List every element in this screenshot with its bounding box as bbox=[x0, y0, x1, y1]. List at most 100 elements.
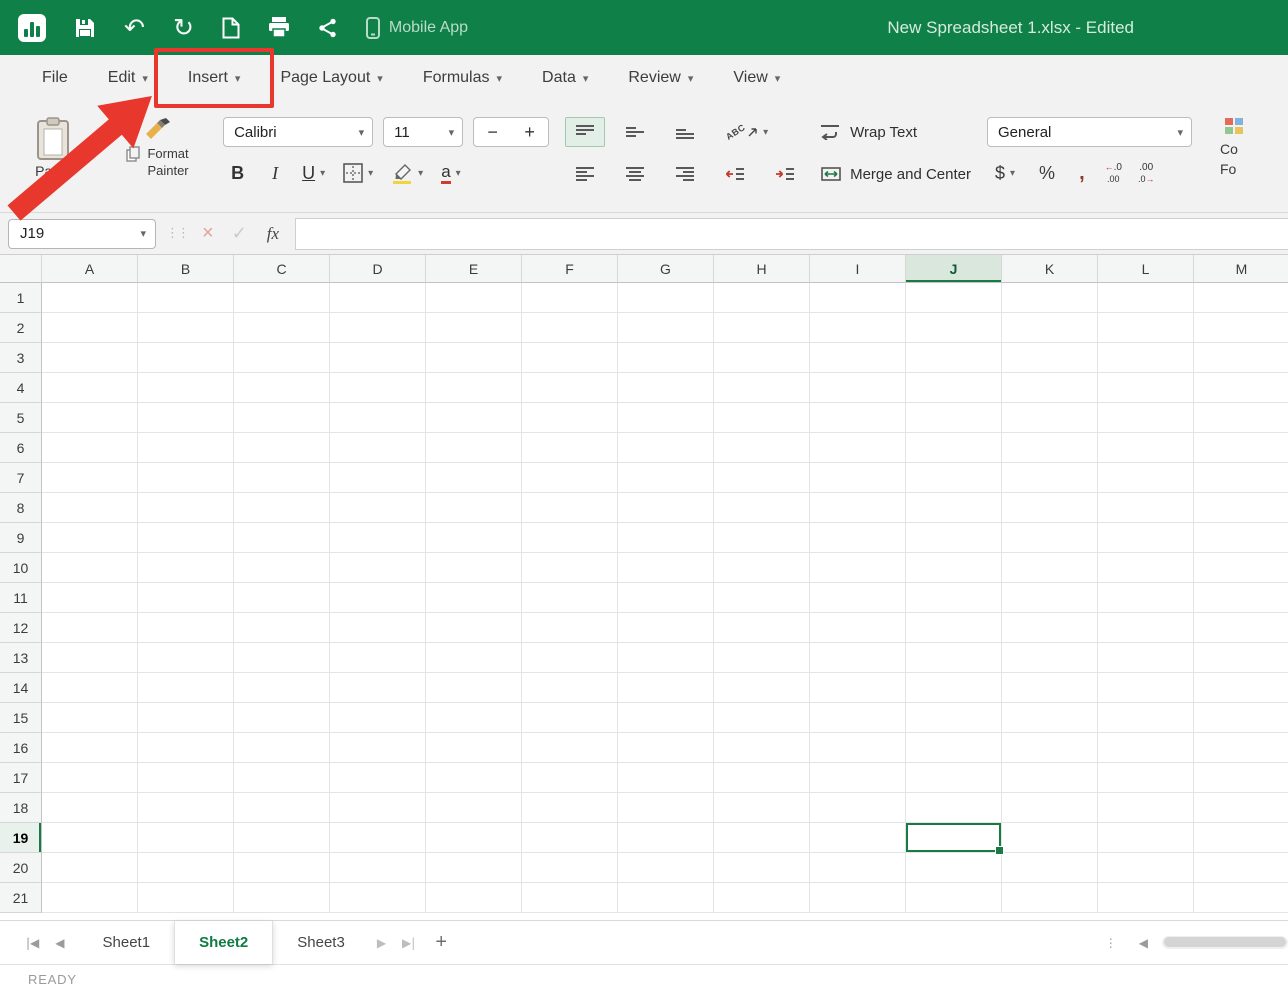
cell-K12[interactable] bbox=[1002, 613, 1098, 643]
cell-E11[interactable] bbox=[426, 583, 522, 613]
sheet-tab-sheet2[interactable]: Sheet2 bbox=[174, 921, 273, 964]
cell-E7[interactable] bbox=[426, 463, 522, 493]
menu-item-page-layout[interactable]: Page Layout▾ bbox=[260, 55, 402, 101]
cell-J7[interactable] bbox=[906, 463, 1002, 493]
cell-I18[interactable] bbox=[810, 793, 906, 823]
cell-G13[interactable] bbox=[618, 643, 714, 673]
cell-D4[interactable] bbox=[330, 373, 426, 403]
font-name-select[interactable]: Calibri ▾ bbox=[223, 117, 373, 147]
formula-input[interactable] bbox=[295, 218, 1288, 250]
cell-E13[interactable] bbox=[426, 643, 522, 673]
align-middle-button[interactable] bbox=[615, 117, 655, 147]
cell-C1[interactable] bbox=[234, 283, 330, 313]
cell-F1[interactable] bbox=[522, 283, 618, 313]
cell-G1[interactable] bbox=[618, 283, 714, 313]
align-top-button[interactable] bbox=[565, 117, 605, 147]
cell-J3[interactable] bbox=[906, 343, 1002, 373]
cell-B2[interactable] bbox=[138, 313, 234, 343]
previous-sheet-button[interactable]: ◀ bbox=[47, 936, 72, 950]
cell-A10[interactable] bbox=[42, 553, 138, 583]
cell-A12[interactable] bbox=[42, 613, 138, 643]
cell-K16[interactable] bbox=[1002, 733, 1098, 763]
cell-K3[interactable] bbox=[1002, 343, 1098, 373]
cell-D21[interactable] bbox=[330, 883, 426, 913]
cell-A4[interactable] bbox=[42, 373, 138, 403]
cell-M6[interactable] bbox=[1194, 433, 1288, 463]
row-header-21[interactable]: 21 bbox=[0, 883, 42, 913]
cell-L1[interactable] bbox=[1098, 283, 1194, 313]
cell-K17[interactable] bbox=[1002, 763, 1098, 793]
cell-H4[interactable] bbox=[714, 373, 810, 403]
cell-H13[interactable] bbox=[714, 643, 810, 673]
cell-H10[interactable] bbox=[714, 553, 810, 583]
cell-A6[interactable] bbox=[42, 433, 138, 463]
cell-G9[interactable] bbox=[618, 523, 714, 553]
cell-A13[interactable] bbox=[42, 643, 138, 673]
menu-item-review[interactable]: Review▾ bbox=[608, 55, 713, 101]
cell-I11[interactable] bbox=[810, 583, 906, 613]
scrollbar-thumb[interactable] bbox=[1164, 937, 1286, 947]
align-left-button[interactable] bbox=[565, 159, 605, 189]
align-bottom-button[interactable] bbox=[665, 117, 705, 147]
cell-D15[interactable] bbox=[330, 703, 426, 733]
confirm-button[interactable]: ✓ bbox=[228, 223, 251, 244]
column-header-k[interactable]: K bbox=[1002, 255, 1098, 283]
cell-J16[interactable] bbox=[906, 733, 1002, 763]
cell-K18[interactable] bbox=[1002, 793, 1098, 823]
cell-M16[interactable] bbox=[1194, 733, 1288, 763]
cell-B12[interactable] bbox=[138, 613, 234, 643]
merge-center-button[interactable]: Merge and Center bbox=[821, 159, 971, 189]
cell-E6[interactable] bbox=[426, 433, 522, 463]
cell-J6[interactable] bbox=[906, 433, 1002, 463]
cell-B9[interactable] bbox=[138, 523, 234, 553]
cell-G5[interactable] bbox=[618, 403, 714, 433]
cell-B5[interactable] bbox=[138, 403, 234, 433]
cell-H21[interactable] bbox=[714, 883, 810, 913]
borders-button[interactable]: ▾ bbox=[339, 159, 377, 187]
cell-M3[interactable] bbox=[1194, 343, 1288, 373]
cell-G15[interactable] bbox=[618, 703, 714, 733]
cell-D8[interactable] bbox=[330, 493, 426, 523]
row-header-20[interactable]: 20 bbox=[0, 853, 42, 883]
cell-H1[interactable] bbox=[714, 283, 810, 313]
cell-L8[interactable] bbox=[1098, 493, 1194, 523]
cell-C17[interactable] bbox=[234, 763, 330, 793]
cell-M14[interactable] bbox=[1194, 673, 1288, 703]
app-logo-icon[interactable] bbox=[18, 14, 46, 42]
cell-F4[interactable] bbox=[522, 373, 618, 403]
cell-I14[interactable] bbox=[810, 673, 906, 703]
column-header-a[interactable]: A bbox=[42, 255, 138, 283]
column-header-h[interactable]: H bbox=[714, 255, 810, 283]
cell-L2[interactable] bbox=[1098, 313, 1194, 343]
cell-A8[interactable] bbox=[42, 493, 138, 523]
cell-H18[interactable] bbox=[714, 793, 810, 823]
cell-K19[interactable] bbox=[1002, 823, 1098, 853]
cell-L21[interactable] bbox=[1098, 883, 1194, 913]
column-header-i[interactable]: I bbox=[810, 255, 906, 283]
cell-E19[interactable] bbox=[426, 823, 522, 853]
cell-M13[interactable] bbox=[1194, 643, 1288, 673]
menu-item-insert[interactable]: Insert▾ bbox=[168, 55, 261, 101]
column-header-d[interactable]: D bbox=[330, 255, 426, 283]
cell-B21[interactable] bbox=[138, 883, 234, 913]
cell-M1[interactable] bbox=[1194, 283, 1288, 313]
row-header-2[interactable]: 2 bbox=[0, 313, 42, 343]
cell-M7[interactable] bbox=[1194, 463, 1288, 493]
cell-A18[interactable] bbox=[42, 793, 138, 823]
cell-H14[interactable] bbox=[714, 673, 810, 703]
cell-M2[interactable] bbox=[1194, 313, 1288, 343]
cell-I5[interactable] bbox=[810, 403, 906, 433]
cell-D13[interactable] bbox=[330, 643, 426, 673]
cell-M10[interactable] bbox=[1194, 553, 1288, 583]
cell-F7[interactable] bbox=[522, 463, 618, 493]
cell-E8[interactable] bbox=[426, 493, 522, 523]
cell-F6[interactable] bbox=[522, 433, 618, 463]
row-header-16[interactable]: 16 bbox=[0, 733, 42, 763]
cell-G18[interactable] bbox=[618, 793, 714, 823]
cell-J11[interactable] bbox=[906, 583, 1002, 613]
text-orientation-button[interactable]: ABC ▾ bbox=[721, 118, 772, 146]
cell-I7[interactable] bbox=[810, 463, 906, 493]
cell-A9[interactable] bbox=[42, 523, 138, 553]
cell-E5[interactable] bbox=[426, 403, 522, 433]
font-size-select[interactable]: 11 ▾ bbox=[383, 117, 463, 147]
